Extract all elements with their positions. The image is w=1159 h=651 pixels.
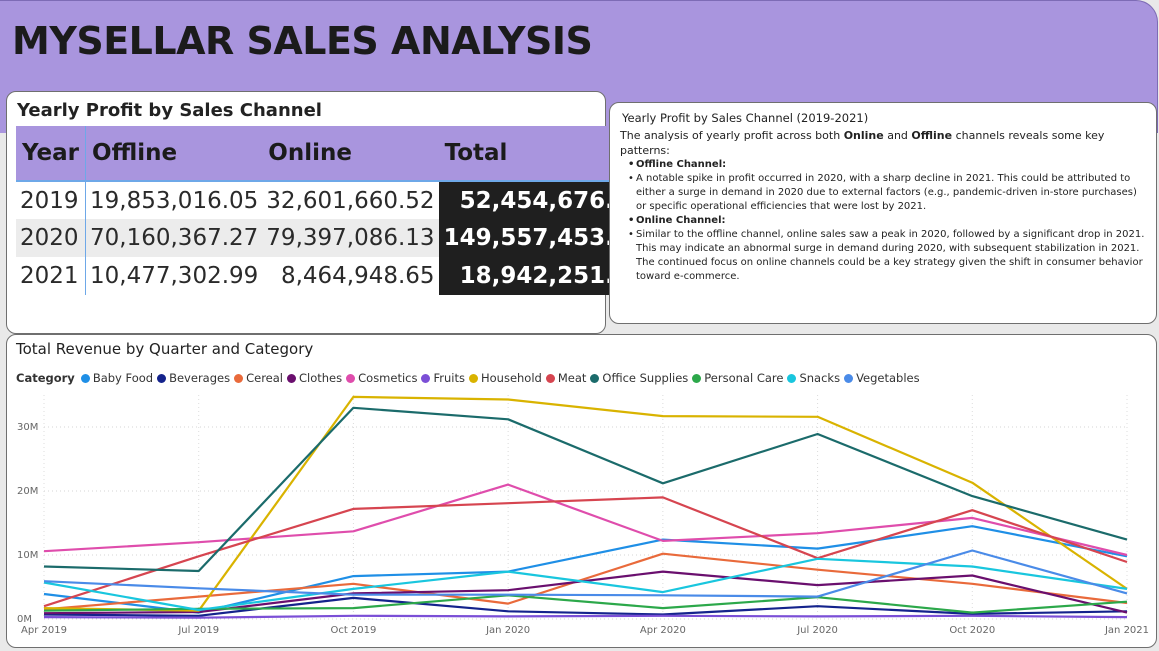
row-online: 79,397,086.13 xyxy=(262,219,439,257)
profit-table: Year Offline Online Total 2019 19,853,01… xyxy=(16,126,651,295)
series-line-fruits[interactable] xyxy=(43,614,1128,619)
table-row: 2021 10,477,302.99 8,464,948.65 18,942,2… xyxy=(16,257,651,295)
row-year: 2020 xyxy=(16,219,87,257)
x-tick-label: Apr 2020 xyxy=(640,625,686,636)
revenue-line-chart: 0M 10M 20M 30M Apr 2019 Jul 2019 Oct 2019 Jan 2… xyxy=(17,395,1149,636)
x-tick-label: Jan 2021 xyxy=(1104,625,1149,636)
x-tick-label: Jul 2019 xyxy=(177,625,219,636)
summary-intro-text: The analysis of yearly profit across bot… xyxy=(620,129,844,142)
x-tick-label: Oct 2019 xyxy=(330,625,376,636)
y-tick-label: 10M xyxy=(17,550,38,561)
table-header-row: Year Offline Online Total xyxy=(16,126,651,181)
column-header-year[interactable]: Year xyxy=(16,126,87,181)
row-offline: 10,477,302.99 xyxy=(90,263,259,289)
x-tick-label: Jan 2020 xyxy=(485,625,530,636)
series-line-vegetables[interactable] xyxy=(43,549,1128,598)
summary-intro-offline: Offline xyxy=(911,129,953,142)
row-year: 2021 xyxy=(16,257,87,295)
row-online: 32,601,660.52 xyxy=(266,187,435,214)
summary-title: Yearly Profit by Sales Channel (2019-202… xyxy=(622,111,869,125)
profit-table-title: Yearly Profit by Sales Channel xyxy=(17,100,322,121)
series-line-office-supplies[interactable] xyxy=(43,406,1128,573)
revenue-chart-card: Total Revenue by Quarter and Category Ca… xyxy=(6,334,1157,648)
row-online: 8,464,948.65 xyxy=(280,263,435,289)
summary-intro: The analysis of yearly profit across bot… xyxy=(620,128,1148,158)
x-tick-label: Oct 2020 xyxy=(949,625,995,636)
y-tick-label: 20M xyxy=(17,486,38,497)
summary-intro-text: and xyxy=(883,129,912,142)
summary-online-text: Similar to the offline channel, online s… xyxy=(628,228,1148,284)
x-tick-label: Apr 2019 xyxy=(21,625,67,636)
x-tick-label: Jul 2020 xyxy=(796,625,838,636)
summary-list: Offline Channel: A notable spike in prof… xyxy=(620,158,1148,284)
table-row: 2020 70,160,367.27 79,397,086.13 149,557… xyxy=(16,219,651,257)
summary-offline-text: A notable spike in profit occurred in 20… xyxy=(628,172,1148,214)
row-offline: 70,160,367.27 xyxy=(85,219,263,257)
page-title: MYSELLAR SALES ANALYSIS xyxy=(12,19,593,63)
summary-offline-heading: Offline Channel: xyxy=(628,158,1148,172)
profit-table-card: Yearly Profit by Sales Channel Year Offl… xyxy=(6,91,651,334)
column-header-offline[interactable]: Offline xyxy=(85,126,263,181)
column-header-online[interactable]: Online xyxy=(262,126,439,181)
summary-online-heading: Online Channel: xyxy=(628,214,1148,228)
y-tick-label: 0M xyxy=(17,614,32,625)
row-offline: 19,853,016.05 xyxy=(90,187,259,214)
row-year: 2019 xyxy=(16,181,87,219)
summary-intro-online: Online xyxy=(843,129,884,142)
table-row: 2019 19,853,016.05 32,601,660.52 52,454,… xyxy=(16,181,651,219)
summary-text: Yearly Profit by Sales Channel (2019-202… xyxy=(620,111,1148,284)
y-tick-label: 30M xyxy=(17,422,38,433)
series-line-cosmetics[interactable] xyxy=(43,483,1128,557)
summary-card: Yearly Profit by Sales Channel (2019-202… xyxy=(609,102,1157,324)
